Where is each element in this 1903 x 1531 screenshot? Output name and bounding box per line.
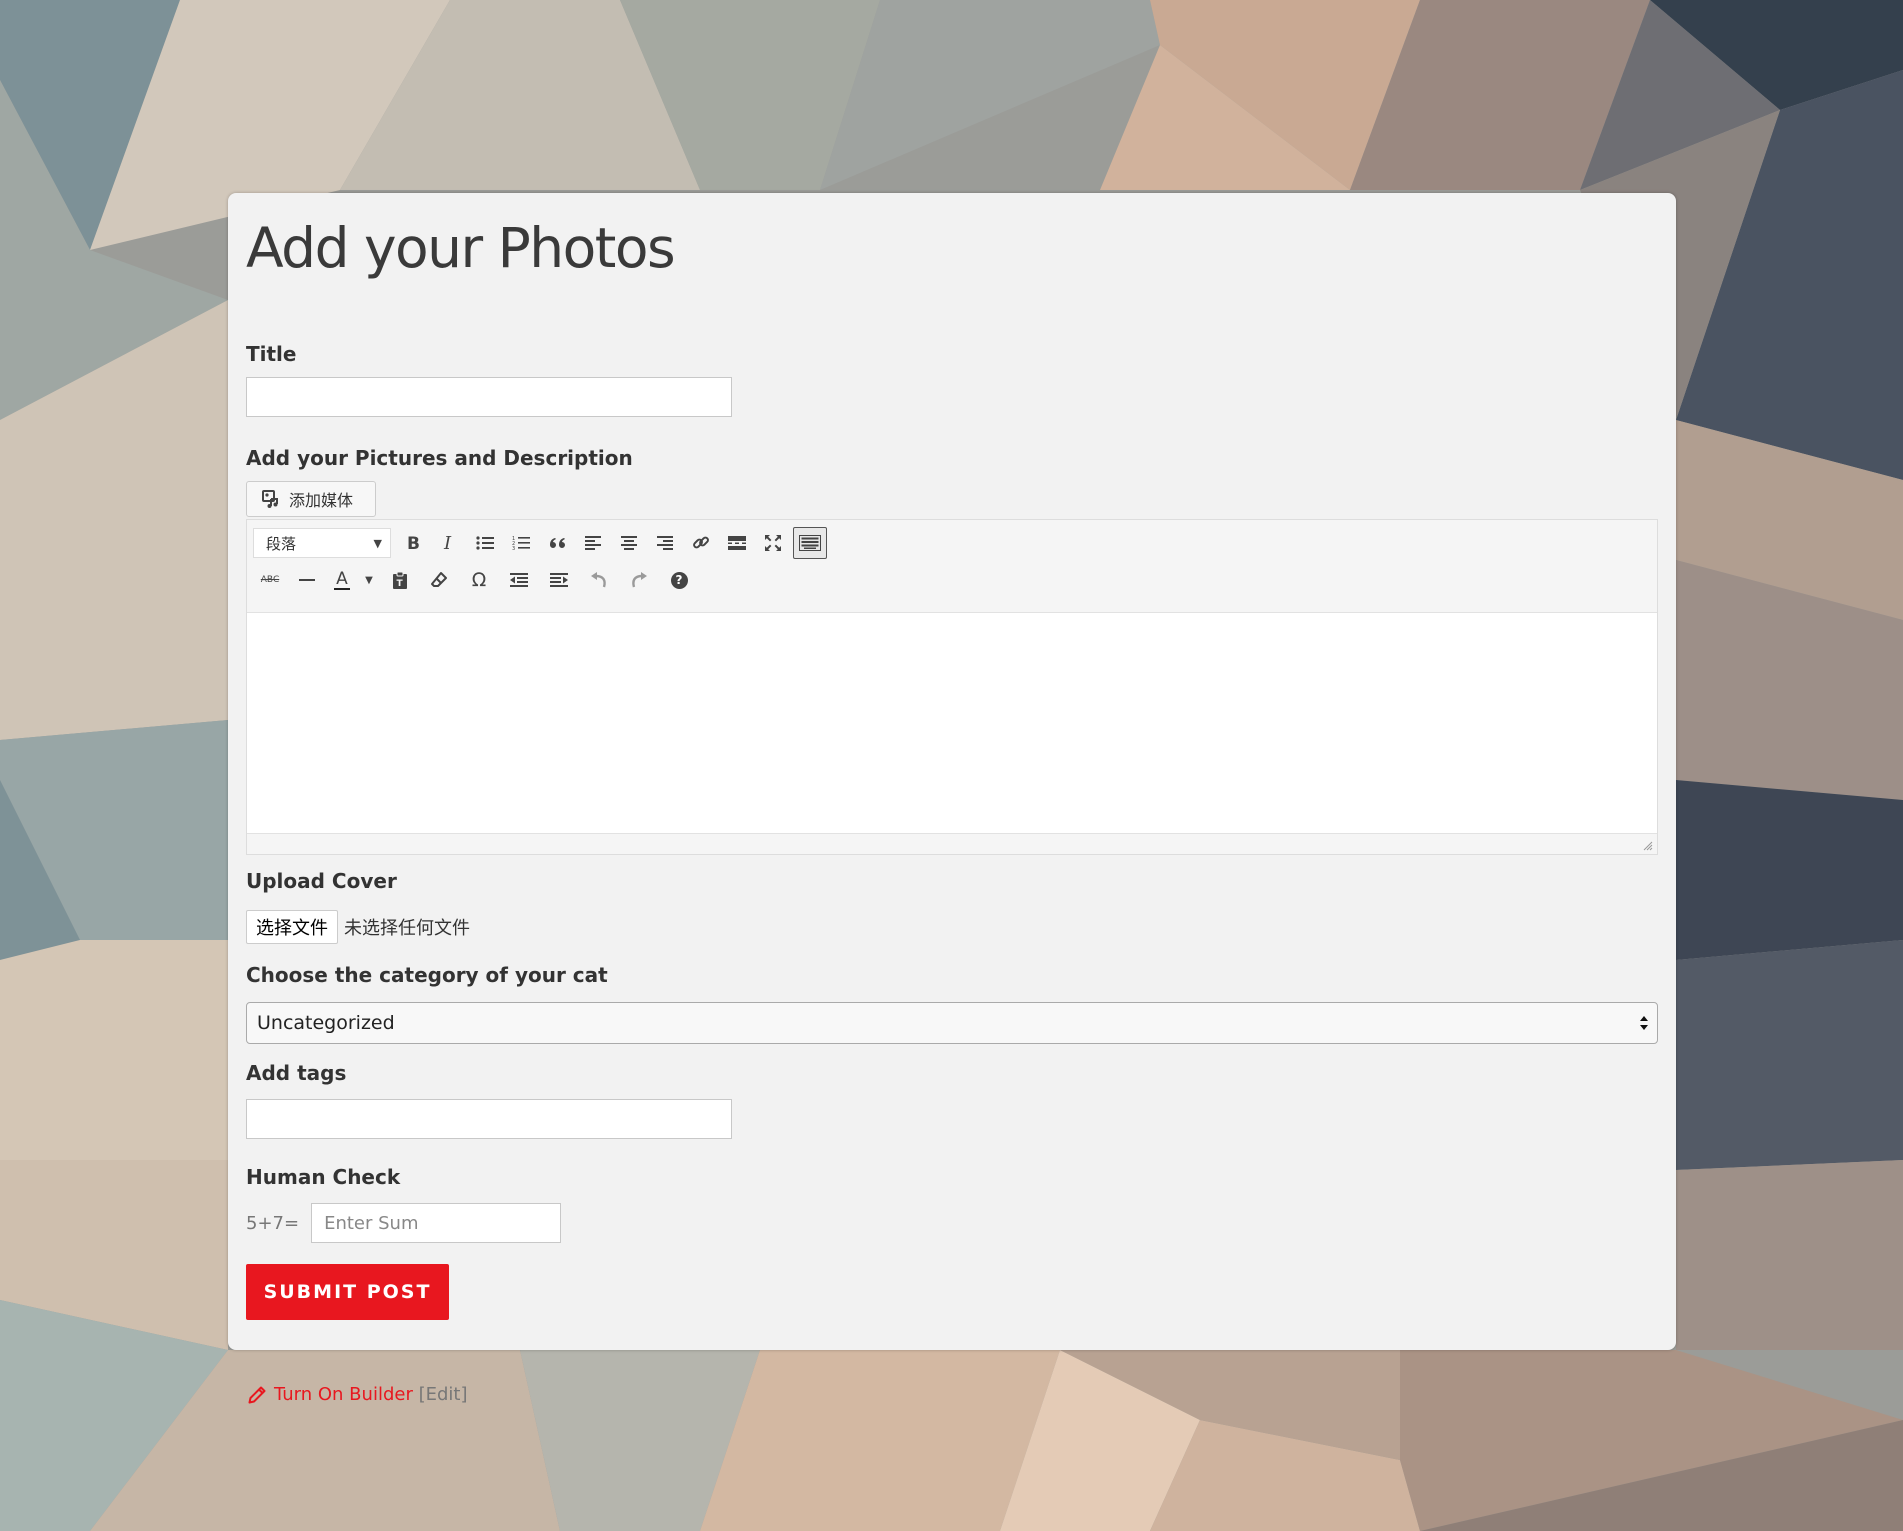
help-glyph: ? [675, 573, 683, 587]
link-icon [693, 536, 709, 549]
align-center-icon [621, 536, 637, 550]
align-center-button[interactable] [611, 527, 647, 559]
editor-toolbar-row-2: ABC A ▼ T Ω ? [253, 564, 699, 596]
blockquote-button[interactable] [539, 527, 575, 559]
text-color-dropdown[interactable]: ▼ [357, 564, 381, 596]
svg-text:I: I [443, 534, 452, 552]
dropdown-arrow-icon: ▼ [365, 574, 373, 586]
editor-toolbar-row-1: 段落 ▼ B I 1 2 3 [253, 527, 827, 559]
human-check-label: Human Check [246, 1165, 401, 1189]
read-more-icon [728, 536, 746, 550]
redo-button[interactable] [619, 564, 659, 596]
redo-icon [632, 572, 647, 588]
format-select[interactable]: 段落 ▼ [253, 528, 391, 558]
dropdown-arrow-icon: ▼ [373, 536, 382, 550]
choose-file-button[interactable]: 选择文件 [246, 910, 338, 944]
clear-formatting-button[interactable] [419, 564, 459, 596]
bulleted-list-icon [476, 536, 494, 550]
submit-post-button[interactable]: SUBMIT POST [246, 1264, 449, 1320]
clear-formatting-icon [431, 572, 447, 587]
paste-as-text-button[interactable]: T [381, 564, 419, 596]
builder-toggle: Turn On Builder [Edit] [248, 1384, 468, 1405]
post-form-card: Add your Photos Title Add your Pictures … [228, 193, 1676, 1350]
editor-content-area[interactable] [247, 612, 1657, 834]
turn-on-builder-link[interactable]: Turn On Builder [274, 1384, 413, 1405]
indent-icon [550, 573, 568, 587]
fullscreen-button[interactable] [755, 527, 791, 559]
select-arrows-icon [1640, 1016, 1648, 1030]
strikethrough-button[interactable]: ABC [253, 564, 287, 596]
special-character-button[interactable]: Ω [459, 564, 499, 596]
add-media-button[interactable]: 添加媒体 [246, 481, 376, 517]
undo-button[interactable] [579, 564, 619, 596]
tags-label: Add tags [246, 1061, 347, 1085]
bold-icon: B [407, 534, 420, 552]
file-status: 未选择任何文件 [344, 918, 470, 939]
align-right-button[interactable] [647, 527, 683, 559]
align-left-button[interactable] [575, 527, 611, 559]
edit-bracket-close: ] [460, 1384, 468, 1405]
outdent-button[interactable] [499, 564, 539, 596]
numbered-list-button[interactable]: 1 2 3 [503, 527, 539, 559]
align-right-icon [657, 536, 673, 550]
text-color-button[interactable]: A [327, 564, 357, 596]
format-select-value: 段落 [266, 534, 297, 553]
undo-icon [591, 572, 606, 588]
cover-label: Upload Cover [246, 869, 397, 893]
paste-as-text-icon: T [393, 571, 407, 589]
rich-text-editor: 段落 ▼ B I 1 2 3 ABC A ▼ T Ω ? [246, 519, 1658, 855]
horizontal-line-icon [299, 579, 315, 581]
svg-text:B: B [407, 534, 420, 552]
pencil-icon [248, 1386, 266, 1403]
indent-button[interactable] [539, 564, 579, 596]
bulleted-list-button[interactable] [467, 527, 503, 559]
special-character-icon: Ω [471, 569, 487, 591]
add-media-icon [262, 490, 278, 508]
italic-icon: I [443, 534, 452, 552]
human-check-row: 5+7= [246, 1203, 562, 1243]
title-input[interactable] [246, 377, 732, 417]
strikethrough-icon: ABC [260, 575, 280, 585]
help-icon: ? [670, 571, 688, 589]
blockquote-icon [550, 538, 565, 548]
description-label: Add your Pictures and Description [246, 446, 633, 470]
link-button[interactable] [683, 527, 719, 559]
help-button[interactable]: ? [659, 564, 699, 596]
bold-button[interactable]: B [395, 527, 431, 559]
add-media-label: 添加媒体 [289, 491, 354, 510]
svg-text:T: T [397, 579, 404, 589]
edit-link[interactable]: Edit [426, 1384, 461, 1405]
toolbar-toggle-icon [799, 535, 821, 551]
category-select-value: Uncategorized [257, 1012, 395, 1034]
read-more-button[interactable] [719, 527, 755, 559]
edit-bracket-open: [ [418, 1384, 426, 1405]
title-label: Title [246, 342, 297, 366]
captcha-input[interactable] [311, 1203, 562, 1243]
italic-button[interactable]: I [431, 527, 467, 559]
svg-text:3: 3 [512, 546, 515, 551]
file-upload: 选择文件 未选择任何文件 [246, 910, 470, 944]
resize-handle-icon[interactable] [1641, 839, 1653, 851]
text-color-icon: A [334, 569, 350, 590]
horizontal-line-button[interactable] [287, 564, 327, 596]
outdent-icon [510, 573, 528, 587]
category-label: Choose the category of your cat [246, 963, 608, 987]
numbered-list-icon: 1 2 3 [512, 536, 530, 551]
fullscreen-icon [765, 535, 781, 551]
align-left-icon [585, 536, 601, 550]
category-select[interactable]: Uncategorized [246, 1002, 1658, 1044]
page-title: Add your Photos [246, 216, 676, 280]
captcha-question: 5+7= [246, 1212, 300, 1234]
tags-input[interactable] [246, 1099, 732, 1139]
toolbar-toggle-button[interactable] [793, 527, 827, 559]
